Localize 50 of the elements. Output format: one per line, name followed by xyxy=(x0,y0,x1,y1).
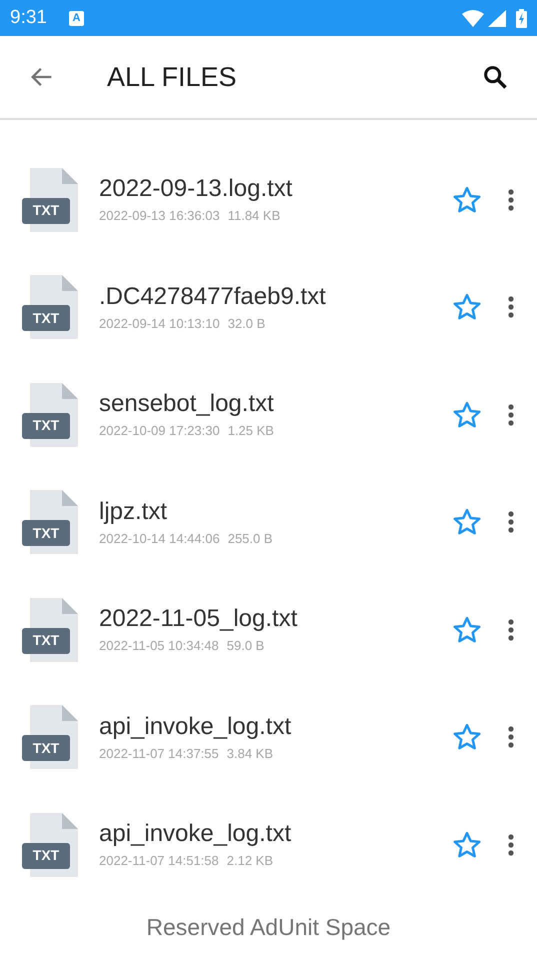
star-icon xyxy=(452,184,482,215)
more-vertical-icon xyxy=(508,404,514,426)
file-date: 2022-11-07 14:37:55 xyxy=(99,744,219,762)
file-row[interactable]: TXT .DC4278477faeb9.txt 2022-09-14 10:13:10 32.0 B xyxy=(0,254,537,361)
file-name: 2022-09-13.log.txt xyxy=(99,174,294,204)
file-name: .DC4278477faeb9.txt xyxy=(99,282,327,312)
more-vertical-icon xyxy=(508,511,514,534)
battery-icon xyxy=(516,8,527,28)
more-vertical-icon xyxy=(508,834,514,856)
file-row[interactable]: TXT api_invoke_log.txt 2022-11-07 14:51:58 2.12 KB xyxy=(0,791,537,898)
file-name: api_invoke_log.txt xyxy=(99,712,292,742)
file-size: 11.84 KB xyxy=(228,207,280,225)
file-date: 2022-11-05 10:34:48 xyxy=(99,637,219,655)
file-name: sensebot_log.txt xyxy=(99,389,275,419)
more-vertical-icon xyxy=(508,296,514,318)
file-row[interactable]: TXT 2022-11-05_log.txt 2022-11-05 10:34:48 59.0 B xyxy=(0,576,537,684)
file-row[interactable]: TXT 2022-09-13.log.txt 2022-09-13 16:36:03 11.84 KB xyxy=(0,146,537,254)
more-vertical-icon xyxy=(508,188,514,211)
file-row[interactable]: TXT ljpz.txt 2022-10-14 14:44:06 255.0 B xyxy=(0,468,537,576)
star-icon xyxy=(452,722,482,752)
more-vertical-icon xyxy=(508,618,514,641)
file-size: 59.0 B xyxy=(226,637,264,655)
file-date: 2022-09-14 10:13:10 xyxy=(99,314,220,332)
more-vertical-icon xyxy=(508,726,514,748)
file-date: 2022-10-14 14:44:06 xyxy=(99,530,220,548)
star-icon xyxy=(452,614,482,645)
clock: 9:31 xyxy=(10,6,47,30)
notification-icon: A xyxy=(68,10,84,26)
file-date: 2022-10-09 17:23:30 xyxy=(99,422,220,440)
signal-icon xyxy=(488,10,506,26)
star-icon xyxy=(452,507,482,538)
search-icon xyxy=(481,63,509,91)
file-row[interactable]: TXT sensebot_log.txt 2022-10-09 17:23:30 1.25 KB xyxy=(0,361,537,468)
page-title: ALL FILES xyxy=(107,60,237,94)
wifi-icon xyxy=(462,10,484,26)
file-size: 1.25 KB xyxy=(228,422,274,440)
file-size: 255.0 B xyxy=(228,530,273,548)
ad-placeholder-text: Reserved AdUnit Space xyxy=(146,913,391,942)
file-name: 2022-11-05_log.txt xyxy=(99,604,298,634)
file-size: 2.12 KB xyxy=(226,852,274,870)
file-size: 32.0 B xyxy=(228,314,266,332)
star-icon xyxy=(452,292,482,322)
star-icon xyxy=(452,400,482,430)
file-row[interactable]: TXT api_invoke_log.txt 2022-11-07 14:37:55 3.84 KB xyxy=(0,684,537,791)
file-name: api_invoke_log.txt xyxy=(99,819,292,849)
file-date: 2022-09-13 16:36:03 xyxy=(99,207,220,225)
star-icon xyxy=(452,830,482,860)
file-size: 3.84 KB xyxy=(226,744,274,762)
file-name: ljpz.txt xyxy=(99,496,168,526)
file-date: 2022-11-07 14:51:58 xyxy=(99,852,219,870)
